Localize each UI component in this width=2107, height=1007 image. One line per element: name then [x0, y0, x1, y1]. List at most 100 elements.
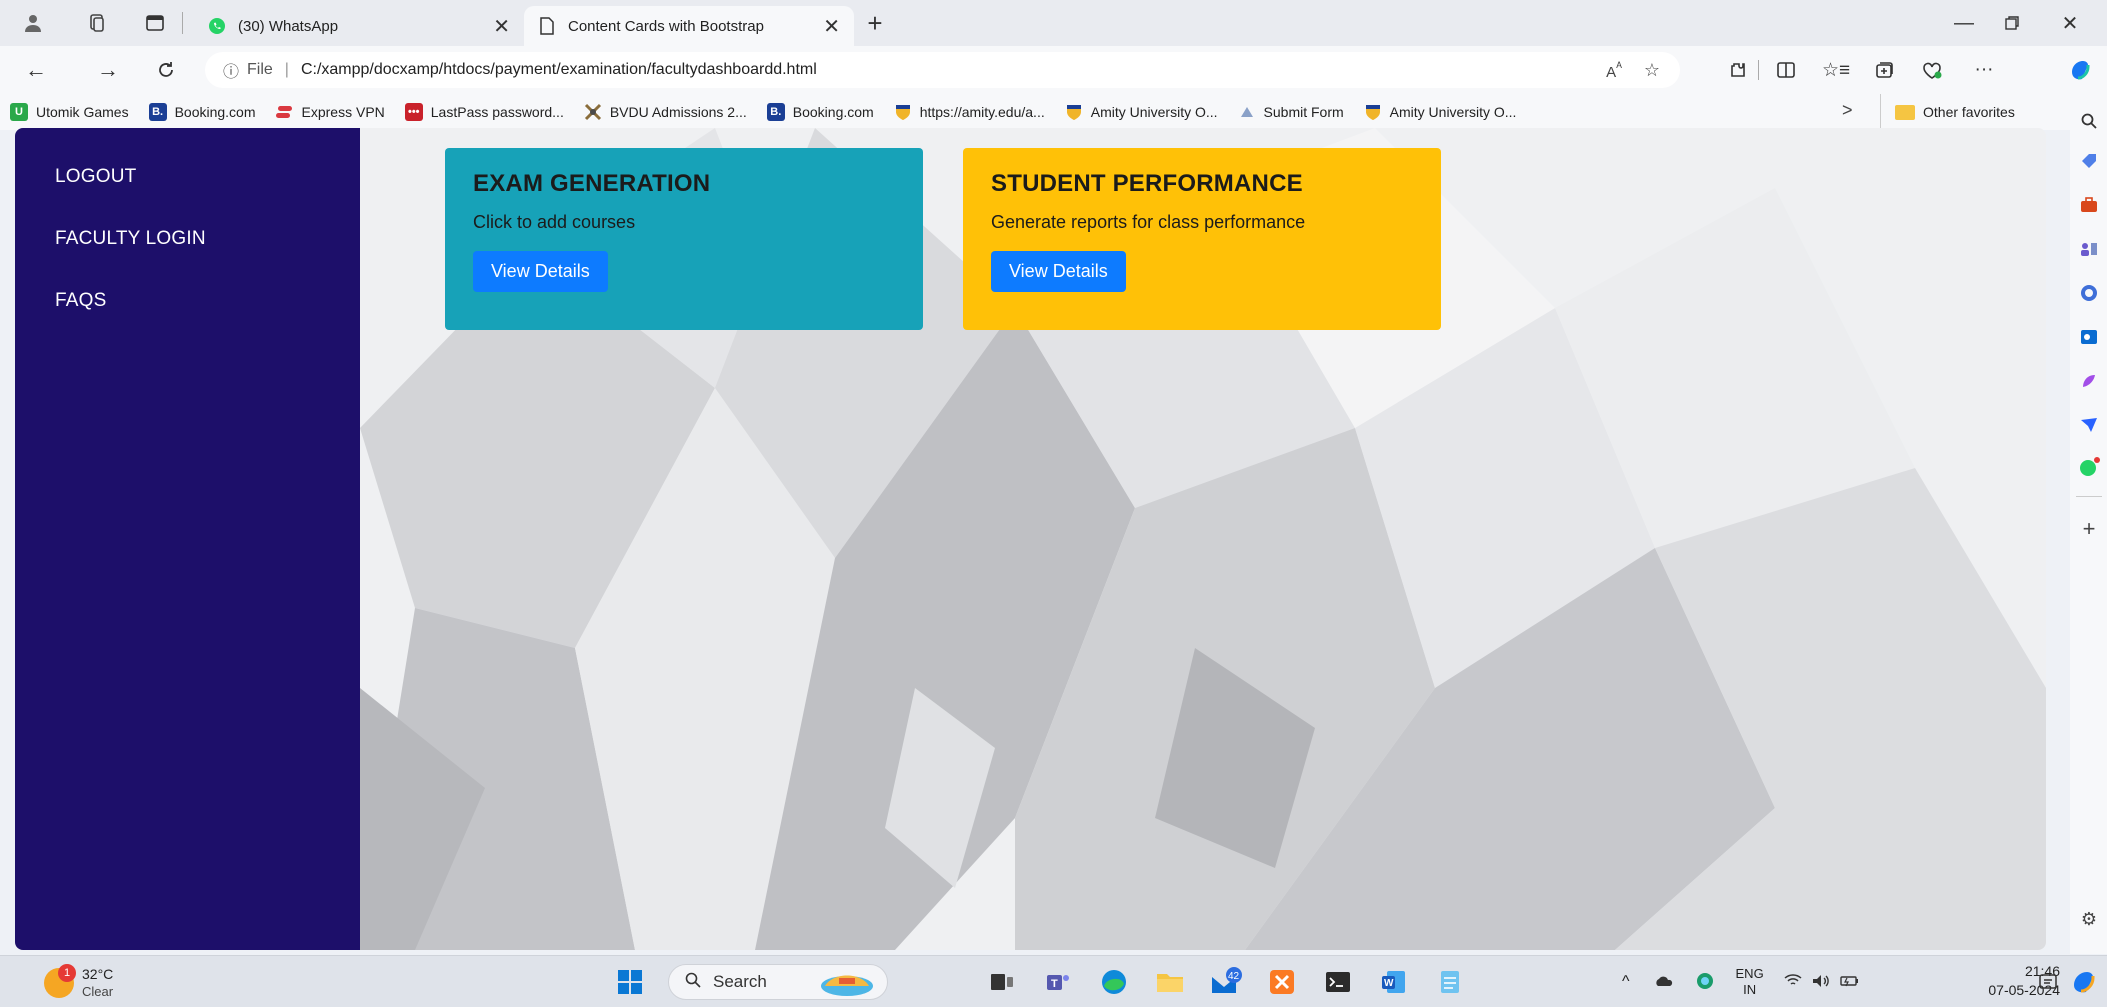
card-title: STUDENT PERFORMANCE	[991, 170, 1303, 197]
bookmark-submit-form[interactable]: Submit Form	[1238, 103, 1344, 121]
search-icon	[685, 972, 701, 993]
other-favorites-folder[interactable]: Other favorites	[1880, 94, 2015, 130]
mail-icon[interactable]: 42	[1208, 964, 1244, 1000]
task-view-icon[interactable]	[984, 964, 1020, 1000]
amity-shield-icon	[1364, 103, 1382, 121]
sidebar-settings-gear-icon[interactable]: ⚙	[2074, 904, 2104, 934]
xampp-icon[interactable]	[1264, 964, 1300, 1000]
shopping-tag-icon[interactable]	[2074, 146, 2104, 176]
bookmark-bvdu[interactable]: BVDU Admissions 2...	[584, 103, 747, 121]
svg-text:T: T	[1051, 978, 1058, 990]
notepad-icon[interactable]	[1432, 964, 1468, 1000]
search-highlight-image-icon	[819, 968, 875, 1003]
copilot-taskbar-icon[interactable]	[2066, 964, 2102, 1000]
start-windows-icon[interactable]	[612, 964, 648, 1000]
new-tab-button[interactable]: +	[860, 8, 890, 38]
copilot-icon[interactable]	[2064, 55, 2096, 85]
close-window-button[interactable]: ✕	[2050, 8, 2090, 38]
tab-whatsapp[interactable]: (30) WhatsApp ✕	[194, 6, 524, 46]
back-icon[interactable]: ←	[20, 55, 52, 85]
bookmark-booking-2[interactable]: B. Booking.com	[766, 103, 874, 121]
url-separator: |	[284, 61, 289, 78]
split-screen-icon[interactable]	[1770, 55, 1802, 85]
collections-icon[interactable]	[1868, 55, 1900, 85]
bookmark-lastpass[interactable]: ••• LastPass password...	[404, 103, 564, 121]
logout-link[interactable]: LOGOUT	[55, 166, 136, 188]
edge-sidebar: + ⚙	[2070, 94, 2107, 954]
extensions-icon[interactable]	[1722, 55, 1754, 85]
tab-label: (30) WhatsApp	[238, 17, 339, 35]
forward-icon[interactable]: →	[92, 55, 124, 85]
refresh-icon[interactable]	[150, 55, 182, 85]
onedrive-cloud-icon[interactable]	[1654, 975, 1674, 990]
teams-icon[interactable]: T	[1040, 964, 1076, 1000]
bookmark-express-vpn[interactable]: Express VPN	[275, 103, 385, 121]
minimize-button[interactable]: —	[1944, 8, 1984, 38]
language-code: ENG	[1735, 966, 1764, 981]
tab-label: Content Cards with Bootstrap	[568, 17, 764, 35]
notifications-icon[interactable]	[2030, 964, 2066, 1000]
bookmark-amity-university-2[interactable]: Amity University O...	[1364, 103, 1516, 121]
faculty-login-link[interactable]: FACULTY LOGIN	[55, 228, 206, 250]
bookmark-utomik[interactable]: U Utomik Games	[10, 103, 129, 121]
bookmark-label: Utomik Games	[36, 104, 129, 120]
info-icon[interactable]: ⓘ	[223, 58, 239, 82]
bookmark-amity-edu[interactable]: https://amity.edu/a...	[894, 103, 1045, 121]
favorite-star-icon[interactable]: ☆	[1644, 60, 1660, 81]
url-text: C:/xampp/docxamp/htdocs/payment/examinat…	[300, 61, 817, 78]
faqs-link[interactable]: FAQS	[55, 290, 106, 312]
file-explorer-icon[interactable]	[1152, 964, 1188, 1000]
toolbar-divider	[1758, 60, 1759, 80]
restore-button[interactable]	[1992, 8, 2032, 38]
show-hidden-icons-chevron-icon[interactable]: ^	[1622, 973, 1630, 991]
windows-taskbar: 1 32°C Clear Search T 42 W ^ ENG IN 21:4…	[0, 955, 2107, 1007]
tab-content-cards[interactable]: Content Cards with Bootstrap ✕	[524, 6, 854, 46]
taskbar-search-box[interactable]: Search	[668, 964, 888, 1000]
booking-icon: B.	[148, 103, 167, 121]
games-icon[interactable]	[2074, 234, 2104, 264]
bookmark-amity-university-1[interactable]: Amity University O...	[1065, 103, 1218, 121]
close-tab-icon[interactable]: ✕	[493, 14, 510, 39]
tab-actions-icon[interactable]	[140, 9, 170, 37]
tray-app-icon[interactable]	[1696, 972, 1714, 993]
battery-icon[interactable]	[1839, 975, 1860, 990]
bookmark-booking[interactable]: B. Booking.com	[148, 103, 256, 121]
terminal-icon[interactable]	[1320, 964, 1356, 1000]
address-bar: ← → ⓘ File | C:/xampp/docxamp/htdocs/pay…	[0, 46, 2107, 94]
other-favorites-label: Other favorites	[1923, 104, 2015, 120]
card-text: Generate reports for class performance	[991, 212, 1306, 232]
scheme-label: File	[247, 61, 273, 78]
view-details-button[interactable]: View Details	[991, 251, 1126, 292]
tools-briefcase-icon[interactable]	[2074, 190, 2104, 220]
close-tab-icon[interactable]: ✕	[823, 14, 840, 39]
page-icon	[538, 17, 556, 35]
add-sidebar-app-icon[interactable]: +	[2074, 514, 2104, 544]
favorites-icon[interactable]: ☆≡	[1820, 55, 1852, 85]
designer-icon[interactable]	[2074, 366, 2104, 396]
workspaces-icon[interactable]	[82, 9, 112, 37]
bookmark-label: https://amity.edu/a...	[919, 104, 1045, 120]
profile-icon[interactable]	[18, 9, 48, 37]
edge-browser-icon[interactable]	[1096, 964, 1132, 1000]
bookmarks-overflow-chevron-icon[interactable]: >	[1842, 100, 1853, 121]
weather-alert-badge: 1	[58, 964, 76, 982]
language-indicator[interactable]: ENG IN	[1736, 966, 1764, 998]
bookmark-label: Amity University O...	[1090, 104, 1218, 120]
weather-widget[interactable]: 1 32°C Clear	[44, 962, 144, 1002]
microsoft-365-icon[interactable]	[2074, 278, 2104, 308]
more-menu-icon[interactable]: ···	[1968, 55, 2000, 85]
whatsapp-icon	[208, 17, 226, 35]
volume-icon[interactable]	[1812, 974, 1830, 991]
send-icon[interactable]	[2074, 410, 2104, 440]
url-field[interactable]: ⓘ File | C:/xampp/docxamp/htdocs/payment…	[205, 52, 1680, 88]
outlook-icon[interactable]	[2074, 322, 2104, 352]
wifi-icon[interactable]	[1784, 973, 1802, 992]
view-details-button[interactable]: View Details	[473, 251, 608, 292]
performance-icon[interactable]	[1916, 55, 1948, 85]
system-tray: ^ ENG IN	[1622, 956, 1860, 1007]
search-sidebar-icon[interactable]	[2074, 106, 2104, 136]
read-aloud-icon[interactable]: Aᴬ	[1606, 60, 1622, 81]
student-performance-card: STUDENT PERFORMANCE Generate reports for…	[963, 148, 1441, 330]
word-icon[interactable]: W	[1376, 964, 1412, 1000]
whatsapp-sidebar-icon[interactable]	[2074, 452, 2104, 482]
